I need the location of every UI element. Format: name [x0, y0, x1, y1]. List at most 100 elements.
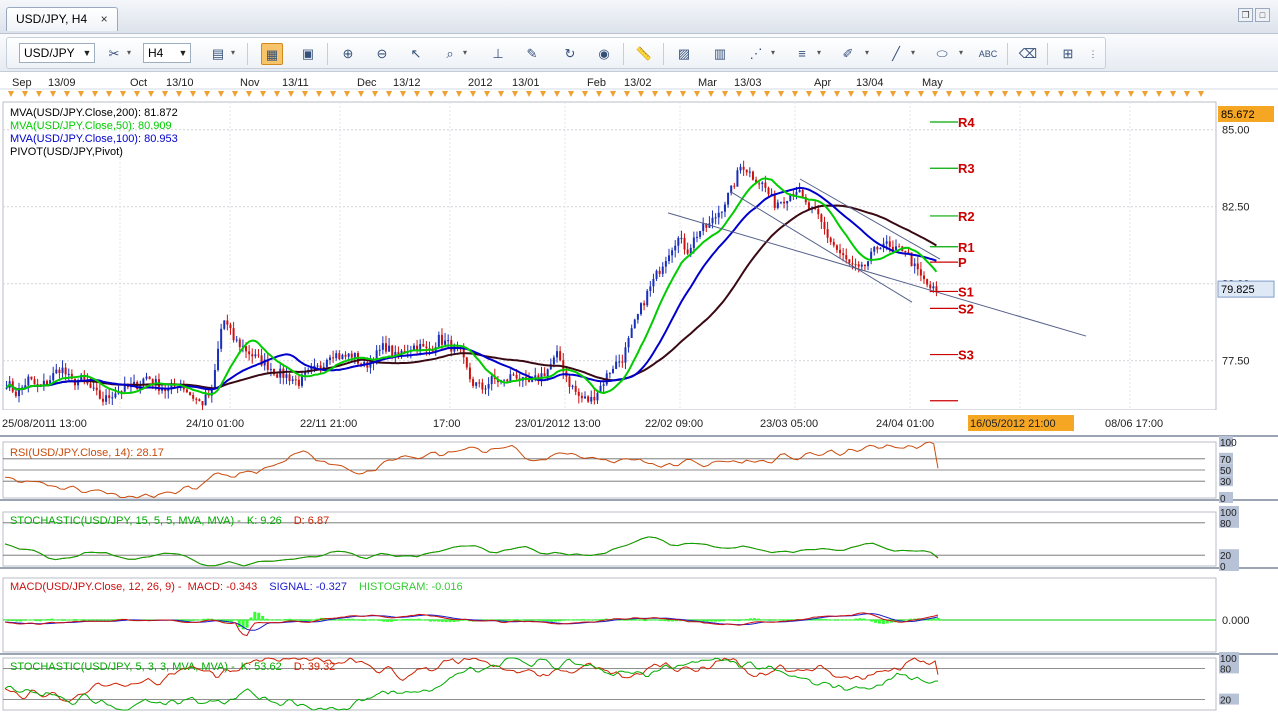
macd-histogram-bar	[936, 617, 940, 621]
macd-histogram-bar	[842, 619, 846, 621]
macd-histogram-bar	[253, 611, 257, 621]
macd-signal-label: SIGNAL: -0.327	[269, 581, 347, 593]
candle-body	[621, 361, 624, 363]
candle-body	[851, 263, 854, 265]
month-label: Apr	[814, 77, 831, 89]
candle-body	[341, 354, 344, 360]
magnifier-icon[interactable]: ⌕	[439, 43, 461, 65]
candle-body	[767, 187, 770, 195]
macd-histogram-bar	[307, 620, 311, 622]
rsi-panel[interactable]: 1007050300RSI(USD/JPY.Close, 14): 28.17	[0, 436, 1278, 505]
candle-body	[27, 376, 30, 386]
chart-window: USD/JPY, H4 × ❐ □ USD/JPY ▼ ✂ ▾ H4 ▼ ▤ ▾…	[0, 0, 1278, 713]
toolbar-overflow-icon[interactable]: ⋮	[1087, 43, 1099, 65]
timeframe-select[interactable]: H4 ▼	[143, 43, 191, 63]
candle-body	[727, 193, 730, 205]
macd-histogram-bar	[776, 619, 780, 621]
indicator-icon[interactable]: ▦	[261, 43, 283, 65]
candle-body	[823, 221, 826, 230]
pivot-level-label: R3	[958, 161, 975, 176]
last-price-label: 79.825	[1221, 284, 1255, 296]
zoom-out-icon[interactable]: ⊖	[371, 43, 393, 65]
chevron-down-icon[interactable]: ▾	[461, 47, 469, 59]
macd-histogram-bar	[854, 618, 858, 621]
chart-area[interactable]: Sep 13/09 Oct 13/10 Nov 13/11 Dec 13/12 2012 13/0…	[0, 73, 1278, 713]
macd-panel[interactable]: 0.000MACD(USD/JPY.Close, 12, 26, 9) - MAC…	[0, 577, 1278, 655]
refresh-icon[interactable]: ↻	[559, 43, 581, 65]
pen-icon[interactable]: ✐	[837, 43, 859, 65]
candle-body	[801, 190, 804, 197]
candle-body	[384, 343, 387, 352]
hierarchy-icon[interactable]: ⊞	[1057, 43, 1079, 65]
zoom-in-icon[interactable]: ⊕	[337, 43, 359, 65]
stochastic-panel-1[interactable]: 10080200STOCHASTIC(USD/JPY, 15, 5, 5, MV…	[0, 506, 1278, 573]
stoch-title-text: STOCHASTIC(USD/JPY, 5, 3, 3, MVA, MVA) -	[10, 661, 235, 673]
macd-histogram-bar	[386, 620, 390, 622]
annotation-icon[interactable]: ✎	[521, 43, 543, 65]
macd-histogram-bar	[34, 620, 38, 622]
candle-body	[854, 264, 857, 266]
chevron-down-icon[interactable]: ▾	[125, 47, 133, 59]
close-icon[interactable]: ×	[98, 13, 110, 25]
y-tick-label: 82.50	[1222, 202, 1250, 214]
macd-histogram-bar	[635, 619, 639, 621]
chevron-down-icon[interactable]: ▾	[863, 47, 871, 59]
chart-type-icon[interactable]: ▤	[207, 43, 229, 65]
chevron-down-icon[interactable]: ▾	[769, 47, 777, 59]
tab-usdjpy-h4[interactable]: USD/JPY, H4 ×	[6, 7, 119, 31]
candle-body	[335, 353, 338, 359]
macd-histogram-bar	[448, 620, 452, 623]
maximize-icon[interactable]: □	[1255, 8, 1270, 22]
candle-body	[643, 303, 646, 306]
line-style-icon[interactable]: ≡	[791, 43, 813, 65]
chevron-down-icon[interactable]: ▾	[815, 47, 823, 59]
symbol-select[interactable]: USD/JPY ▼	[19, 43, 95, 63]
image-icon[interactable]: ▨	[673, 43, 695, 65]
ruler-icon[interactable]: 📏	[633, 43, 655, 65]
cursor-icon[interactable]: ↖	[405, 43, 427, 65]
restore-icon[interactable]: ❐	[1238, 8, 1253, 22]
stoch-tick-label: 0	[1220, 562, 1226, 573]
ellipse-icon[interactable]: ⬭	[931, 43, 953, 65]
macd-title-text: MACD(USD/JPY.Close, 12, 26, 9) -	[10, 581, 182, 593]
candle-body	[574, 385, 577, 392]
macd-title: MACD(USD/JPY.Close, 12, 26, 9) - MACD: -0…	[10, 581, 463, 593]
fibonacci-icon[interactable]: ⋰	[745, 43, 767, 65]
template-icon[interactable]: ▥	[709, 43, 731, 65]
macd-histogram-bar	[382, 620, 386, 622]
macd-histogram-bar	[389, 620, 393, 622]
macd-histogram-bar	[522, 620, 526, 621]
candle-body	[674, 245, 677, 251]
candle-body	[98, 390, 101, 399]
stochastic-panel-2[interactable]: 1008020STOCHASTIC(USD/JPY, 5, 3, 3, MVA,…	[2, 652, 1239, 711]
globe-icon[interactable]: ◉	[593, 43, 615, 65]
candle-body	[842, 253, 845, 256]
eraser-icon[interactable]: ⌫	[1017, 43, 1039, 65]
trendline-icon[interactable]: ╱	[885, 43, 907, 65]
macd-histogram-bar	[874, 620, 878, 623]
macd-histogram-bar	[202, 618, 206, 621]
candle-body	[111, 397, 114, 399]
macd-histogram-bar	[831, 619, 835, 621]
price-panel[interactable]: 85.0082.5080.0077.5085.67279.825R4R3R2R1…	[2, 101, 1275, 412]
candle-body	[232, 328, 235, 341]
text-icon[interactable]: ABC	[977, 43, 999, 65]
candle-body	[664, 261, 667, 267]
candle-body	[773, 193, 776, 208]
macd-histogram-bar	[819, 618, 823, 621]
macd-histogram-bar	[624, 620, 628, 621]
candle-body	[297, 379, 300, 386]
crosshair-icon[interactable]: ✂	[103, 43, 125, 65]
level-icon[interactable]: ⊥	[487, 43, 509, 65]
candle-body	[192, 395, 195, 399]
template-icon[interactable]: ▣	[297, 43, 319, 65]
chevron-down-icon[interactable]: ▾	[957, 47, 965, 59]
candle-body	[761, 182, 764, 184]
candle-body	[714, 217, 717, 219]
candle-body	[913, 263, 916, 267]
macd-histogram-bar	[19, 620, 23, 622]
chevron-down-icon: ▼	[178, 48, 188, 58]
chevron-down-icon[interactable]: ▾	[909, 47, 917, 59]
chevron-down-icon[interactable]: ▾	[229, 47, 237, 59]
candle-body	[248, 351, 251, 355]
